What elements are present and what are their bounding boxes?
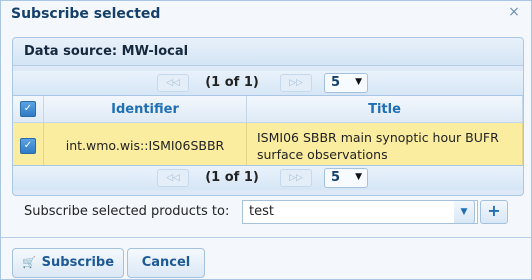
dialog-title: Subscribe selected [11, 6, 161, 22]
title-cell: ISMI06 SBBR main synoptic hour BUFR surf… [246, 122, 523, 169]
first-page-button[interactable]: ◁◁ [157, 169, 189, 187]
page-indicator: (1 of 1) [205, 170, 259, 185]
data-source-panel: Data source: MW-local ◁◁ (1 of 1) ▷▷ 5 ▼… [12, 37, 524, 196]
products-table: ✓ Identifier Title ✓ int.wmo.wis::ISMI06… [13, 96, 523, 169]
subscribe-target-label: Subscribe selected products to: [24, 204, 230, 219]
cart-icon: 🛒 [21, 256, 36, 269]
page-size-select[interactable]: 5 ▼ [324, 168, 368, 188]
subscribe-dialog: Subscribe selected × Data source: MW-loc… [0, 0, 532, 280]
subscribe-button[interactable]: 🛒 Subscribe [12, 248, 124, 278]
row-select-cell[interactable]: ✓ [13, 122, 44, 169]
cancel-button[interactable]: Cancel [127, 248, 205, 278]
page-size-select[interactable]: 5 ▼ [324, 73, 368, 93]
subscription-combo-value: test [249, 204, 274, 219]
column-header-title[interactable]: Title [246, 96, 523, 123]
add-subscription-button[interactable]: + [480, 200, 508, 224]
page-indicator: (1 of 1) [205, 75, 259, 90]
first-page-button[interactable]: ◁◁ [157, 74, 189, 92]
subscribe-button-label: Subscribe [41, 255, 115, 270]
column-header-identifier[interactable]: Identifier [43, 96, 247, 123]
dialog-header: Subscribe selected × [1, 1, 531, 29]
panel-title: Data source: MW-local [13, 38, 523, 66]
pager-top: ◁◁ (1 of 1) ▷▷ 5 ▼ [13, 71, 523, 96]
table-row[interactable]: ✓ int.wmo.wis::ISMI06SBBR ISMI06 SBBR ma… [13, 122, 523, 169]
footer-divider [1, 237, 531, 238]
select-all-header[interactable]: ✓ [13, 96, 44, 123]
chevron-down-icon: ▼ [355, 172, 362, 182]
row-checkbox[interactable]: ✓ [20, 137, 36, 154]
table-header-row: ✓ Identifier Title [13, 96, 523, 123]
subscription-combo-input[interactable]: test [242, 200, 478, 224]
next-page-button[interactable]: ▷▷ [280, 74, 312, 92]
close-icon[interactable]: × [507, 5, 521, 19]
pager-bottom: ◁◁ (1 of 1) ▷▷ 5 ▼ [13, 165, 523, 190]
identifier-cell: int.wmo.wis::ISMI06SBBR [43, 122, 247, 169]
page-size-value: 5 [331, 170, 341, 185]
cancel-button-label: Cancel [141, 255, 191, 270]
chevron-down-icon: ▼ [460, 207, 468, 217]
next-page-button[interactable]: ▷▷ [280, 169, 312, 187]
combo-dropdown-button[interactable]: ▼ [454, 200, 475, 224]
select-all-checkbox[interactable]: ✓ [20, 101, 36, 117]
chevron-down-icon: ▼ [355, 77, 362, 87]
page-size-value: 5 [331, 75, 341, 90]
